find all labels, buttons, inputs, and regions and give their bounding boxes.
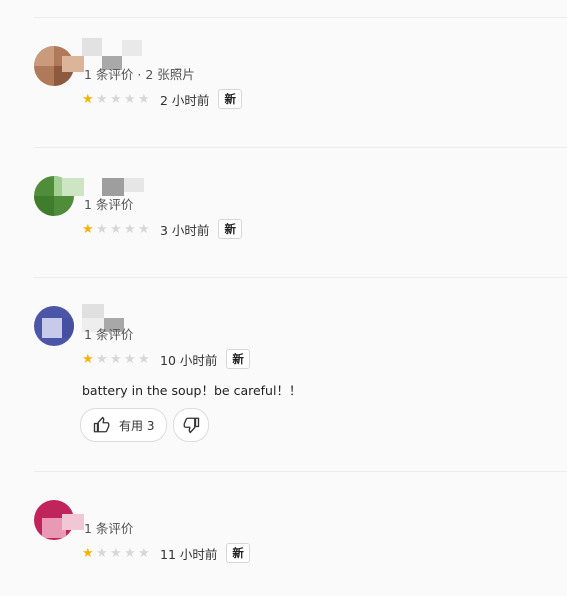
new-badge: 新: [218, 89, 242, 109]
reviewer-meta: 1 条评价 · 2 张照片: [84, 67, 195, 82]
avatar[interactable]: [34, 306, 74, 346]
review-time: 2 小时前: [160, 92, 210, 108]
star-rating: ★ ★ ★ ★ ★: [82, 353, 152, 366]
star-rating: ★ ★ ★ ★ ★: [82, 547, 152, 560]
new-badge: 新: [218, 219, 242, 239]
star-icon: ★: [82, 91, 94, 107]
star-icon: ★: [82, 545, 94, 561]
star-icon: ★: [124, 91, 136, 107]
star-icon: ★: [124, 351, 136, 367]
helpful-label: 有用 3: [119, 418, 155, 433]
divider: [34, 17, 567, 18]
star-icon: ★: [96, 221, 108, 237]
new-badge: 新: [226, 543, 250, 563]
reviewer-meta: 1 条评价: [84, 327, 134, 342]
star-icon: ★: [110, 221, 122, 237]
rating-row: ★ ★ ★ ★ ★ 11 小时前 新: [82, 542, 250, 564]
divider: [34, 147, 567, 148]
star-icon: ★: [110, 91, 122, 107]
divider: [34, 471, 567, 472]
review-time: 11 小时前: [160, 546, 218, 562]
star-icon: ★: [138, 91, 150, 107]
star-icon: ★: [82, 221, 94, 237]
star-icon: ★: [138, 545, 150, 561]
helpful-button[interactable]: 有用 3: [80, 408, 168, 442]
star-rating: ★ ★ ★ ★ ★: [82, 223, 152, 236]
star-icon: ★: [138, 351, 150, 367]
star-icon: ★: [96, 351, 108, 367]
rating-row: ★ ★ ★ ★ ★ 10 小时前 新: [82, 348, 250, 370]
divider: [34, 277, 567, 278]
new-badge: 新: [226, 349, 250, 369]
star-icon: ★: [82, 351, 94, 367]
star-icon: ★: [124, 545, 136, 561]
reviewer-meta: 1 条评价: [84, 197, 134, 212]
rating-row: ★ ★ ★ ★ ★ 3 小时前 新: [82, 218, 242, 240]
reviewer-name-redacted[interactable]: [62, 514, 84, 530]
rating-row: ★ ★ ★ ★ ★ 2 小时前 新: [82, 88, 242, 110]
review-text: battery in the soup！be careful！！: [82, 383, 302, 398]
review-time: 10 小时前: [160, 352, 218, 368]
review-time: 3 小时前: [160, 222, 210, 238]
reviewer-meta: 1 条评价: [84, 521, 134, 536]
star-icon: ★: [124, 221, 136, 237]
star-icon: ★: [96, 545, 108, 561]
reviewer-name-redacted[interactable]: [62, 38, 142, 72]
star-icon: ★: [110, 545, 122, 561]
star-icon: ★: [96, 91, 108, 107]
thumbs-up-icon: [93, 416, 110, 433]
not-helpful-button[interactable]: [173, 408, 209, 442]
star-icon: ★: [110, 351, 122, 367]
star-icon: ★: [138, 221, 150, 237]
thumbs-down-icon: [183, 417, 200, 434]
star-rating: ★ ★ ★ ★ ★: [82, 93, 152, 106]
